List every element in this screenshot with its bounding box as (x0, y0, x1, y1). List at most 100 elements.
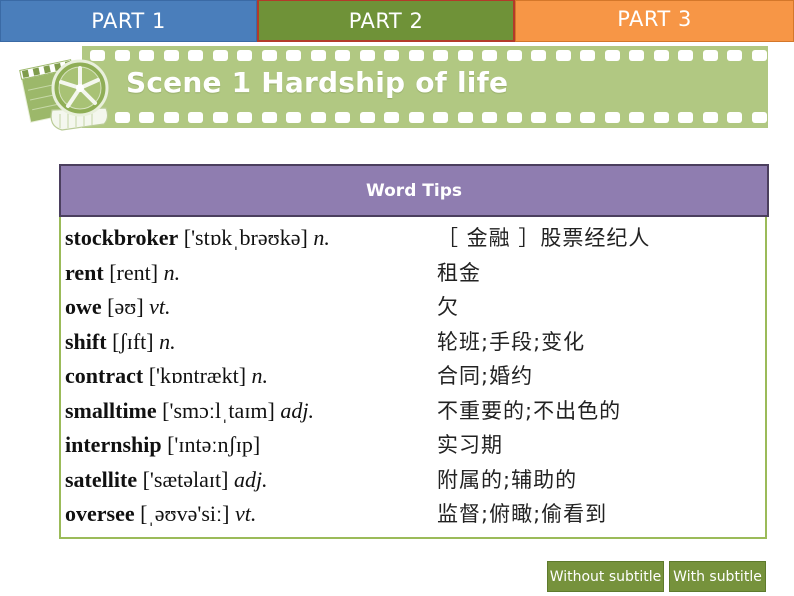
word-entry-english: rent [rent] n. (65, 256, 180, 290)
film-hole (433, 50, 448, 61)
word-meaning-chinese: 附属的;辅助的 (437, 467, 578, 492)
phonetic: ['smɔːlˌtaɪm] (162, 397, 275, 423)
film-hole (335, 112, 350, 123)
word-entry-english: satellite ['sætəlaɪt] adj. (65, 463, 268, 497)
film-hole (237, 112, 252, 123)
film-hole (555, 50, 571, 61)
film-hole (139, 50, 154, 61)
word-entry-english: contract ['kɒntrækt] n. (65, 359, 268, 393)
film-hole (433, 112, 448, 123)
film-hole (359, 50, 375, 61)
word-meaning-chinese: 不重要的;不出色的 (437, 398, 622, 423)
film-hole (384, 112, 399, 123)
word: stockbroker (65, 225, 179, 250)
film-hole (384, 50, 399, 61)
film-hole (506, 112, 522, 123)
part-of-speech: n. (251, 363, 269, 388)
word-entry-row: oversee [ˌəʊvə'siː] vt. 监督;俯瞰;偷看到 (61, 497, 767, 531)
film-hole (531, 50, 546, 61)
film-hole (580, 112, 595, 123)
word-meaning-chinese: 合同;婚约 (437, 364, 534, 388)
film-hole (506, 50, 522, 61)
film-hole (408, 50, 424, 61)
film-hole (457, 112, 473, 123)
phonetic: ['sætəlaɪt] (142, 466, 229, 492)
film-hole (702, 112, 718, 123)
word-entry-row: internship ['ɪntəːnʃɪp] 实习期 (61, 428, 767, 462)
film-hole (359, 112, 375, 123)
part-tabs: PART 1 PART 2 PART 3 (0, 0, 794, 44)
film-hole (163, 112, 179, 123)
word-entry-english: stockbroker ['stɒkˌbrəʊkə] n. (65, 221, 330, 255)
film-hole (702, 50, 718, 61)
film-holes-top (82, 50, 768, 62)
word-entry-row: smalltime ['smɔːlˌtaɪm] adj. 不重要的;不出色的 (61, 394, 767, 428)
film-hole (555, 112, 571, 123)
word: satellite (65, 466, 138, 492)
film-hole (653, 112, 669, 123)
with-subtitle-button[interactable]: With subtitle (669, 561, 766, 592)
word-entry-row: owe [əʊ] vt. 欠 (61, 290, 767, 324)
part-of-speech: n. (159, 328, 176, 354)
film-hole (629, 50, 644, 61)
word: shift (65, 328, 107, 354)
tab-part-1-label: PART 1 (91, 9, 166, 33)
film-hole (629, 112, 644, 123)
phonetic: ['kɒntrækt] (148, 363, 247, 388)
film-hole (163, 50, 179, 61)
part-of-speech: adj. (280, 397, 314, 423)
word-entry-english: oversee [ˌəʊvə'siː] vt. (65, 497, 256, 531)
tab-part-3[interactable]: PART 3 (515, 0, 794, 42)
phonetic: ['stɒkˌbrəʊkə] (183, 225, 308, 250)
film-hole (653, 50, 669, 61)
word: contract (65, 363, 144, 388)
word-meaning-chinese: 监督;俯瞰;偷看到 (437, 502, 608, 526)
film-hole (604, 50, 620, 61)
film-hole (188, 50, 203, 61)
film-hole (727, 112, 742, 123)
part-of-speech: adj. (233, 466, 268, 492)
film-hole (531, 112, 546, 123)
film-hole (310, 50, 326, 61)
word-entry-row: rent [rent] n. 租金 (61, 256, 767, 290)
film-hole (408, 112, 424, 123)
word-meaning-chinese: 实习期 (437, 433, 503, 457)
tab-part-2-label: PART 2 (348, 8, 424, 33)
word-meaning-chinese: ［ 金融 ］股票经纪人 (437, 226, 651, 250)
word-entry-row: satellite ['sætəlaɪt] adj. 附属的;辅助的 (61, 463, 767, 497)
part-of-speech: vt. (234, 501, 257, 526)
word-entry-row: contract ['kɒntrækt] n. 合同;婚约 (61, 359, 767, 393)
part-of-speech: vt. (149, 294, 171, 319)
film-hole (310, 112, 326, 123)
film-hole (286, 50, 301, 61)
film-hole (604, 112, 620, 123)
film-holes-bottom (82, 112, 768, 124)
tab-part-1[interactable]: PART 1 (0, 0, 257, 42)
tab-part-3-label: PART 3 (617, 7, 692, 31)
scene-title: Scene 1 Hardship of life (126, 66, 509, 99)
film-hole (335, 50, 350, 61)
word: rent (65, 259, 104, 285)
film-hole (751, 112, 767, 123)
phonetic: [əʊ] (107, 294, 144, 319)
film-clapperboard-icon (19, 59, 109, 131)
word-entry-row: stockbroker ['stɒkˌbrəʊkə] n. ［ 金融 ］股票经纪人 (61, 221, 767, 255)
tab-part-2[interactable]: PART 2 (257, 0, 515, 42)
film-hole (482, 112, 497, 123)
film-hole (212, 112, 228, 123)
phonetic: ['ɪntəːnʃɪp] (167, 432, 261, 457)
phonetic: [rent] (109, 259, 159, 285)
film-hole (751, 50, 767, 61)
phonetic: [ˌəʊvə'siː] (140, 501, 230, 526)
film-hole (212, 50, 228, 61)
word-entry-english: internship ['ɪntəːnʃɪp] (65, 428, 260, 462)
word-entry-english: owe [əʊ] vt. (65, 290, 171, 324)
word-tips-table: Word Tips stockbroker ['stɒkˌbrəʊkə] n. ［… (59, 164, 769, 539)
film-hole (457, 50, 473, 61)
film-hole (580, 50, 595, 61)
without-subtitle-button[interactable]: Without subtitle (547, 561, 664, 592)
film-hole (678, 50, 693, 61)
word-entry-english: smalltime ['smɔːlˌtaɪm] adj. (65, 394, 314, 428)
word-tips-body: stockbroker ['stɒkˌbrəʊkə] n. ［ 金融 ］股票经纪人… (59, 217, 767, 539)
word: internship (65, 432, 162, 457)
